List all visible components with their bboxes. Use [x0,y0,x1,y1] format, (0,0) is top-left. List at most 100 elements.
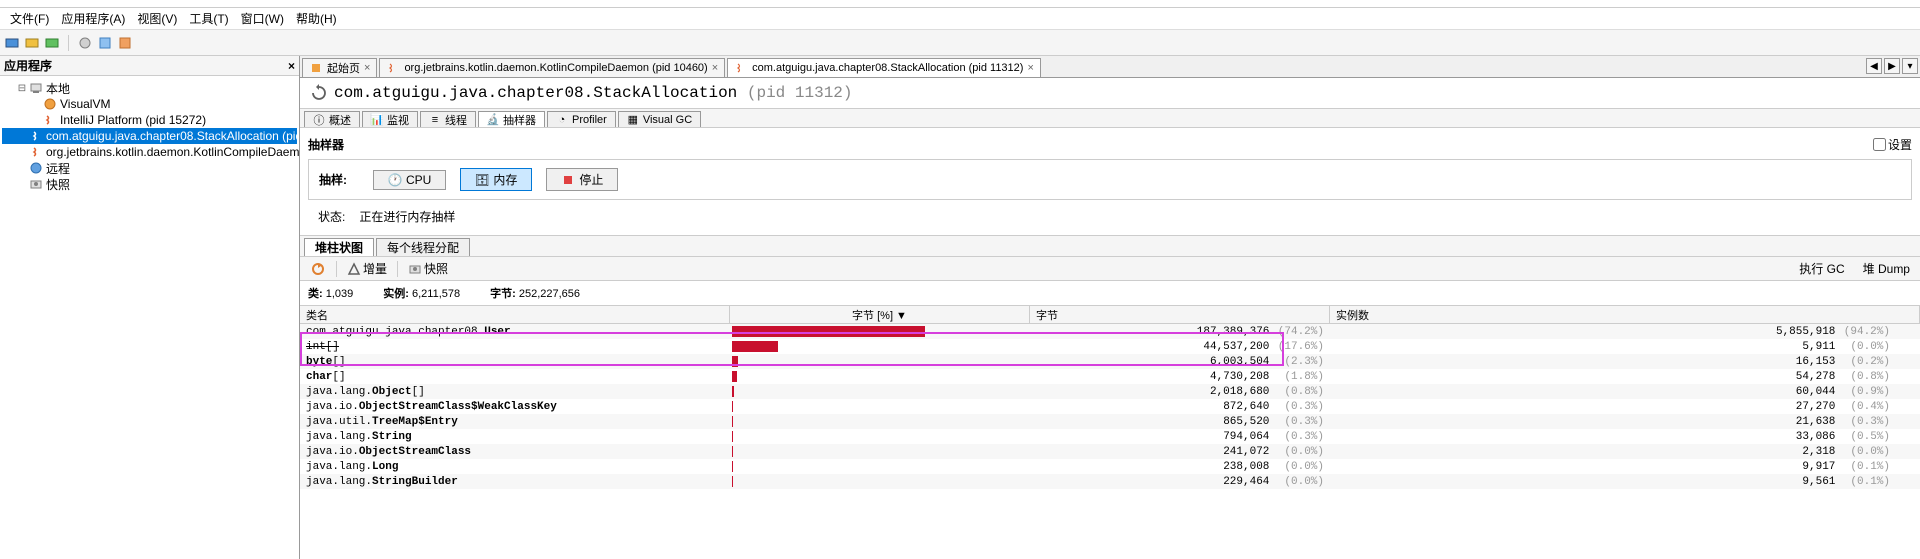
expander-icon[interactable]: ⊟ [16,82,28,94]
table-row[interactable]: int[]44,537,200 (17.6%)5,911 (0.0%) [300,339,1920,354]
main-toolbar [0,30,1920,56]
th-pct[interactable]: 字节 [%] ▼ [730,306,1030,323]
remote-icon [28,160,44,176]
tab-overview[interactable]: ⓘ概述 [304,111,360,127]
tab-profiler[interactable]: ◔Profiler [547,111,616,127]
refresh-action[interactable] [306,259,330,279]
table-row[interactable]: byte[]6,003,504 (2.3%)16,153 (0.2%) [300,354,1920,369]
toolbar-icon-4[interactable] [77,35,93,51]
cell-bar [730,446,1030,457]
cell-bytes: 241,072 (0.0%) [1030,446,1330,458]
close-icon[interactable]: × [712,62,718,74]
tree-kotlin[interactable]: org.jetbrains.kotlin.daemon.KotlinCompil… [2,144,297,160]
cell-class: int[] [300,341,730,353]
cell-instances: 27,270 (0.4%) [1330,401,1920,413]
table-row[interactable]: java.lang.StringBuilder229,464 (0.0%)9,5… [300,474,1920,489]
gc-action[interactable]: 执行 GC [1795,258,1848,279]
menu-tools[interactable]: 工具(T) [183,8,234,29]
tab-threads[interactable]: ≡线程 [420,111,476,127]
menu-window[interactable]: 窗口(W) [235,8,290,29]
toolbar-icon-3[interactable] [44,35,60,51]
cpu-button[interactable]: 🕐CPU [373,170,446,190]
cell-bar [730,431,1030,442]
cell-instances: 5,911 (0.0%) [1330,341,1920,353]
status-row: 状态: 正在进行内存抽样 [308,202,1912,231]
stop-button[interactable]: 停止 [546,168,618,191]
subtab-perthread[interactable]: 每个线程分配 [376,238,470,256]
table-row[interactable]: java.util.TreeMap$Entry865,520 (0.3%)21,… [300,414,1920,429]
th-class[interactable]: 类名 [300,306,730,323]
subtab-histogram[interactable]: 堆柱状图 [304,238,374,256]
cell-bytes: 872,640 (0.3%) [1030,401,1330,413]
visualvm-icon [42,96,58,112]
toolbar-icon-6[interactable] [117,35,133,51]
cell-instances: 9,561 (0.1%) [1330,476,1920,488]
memory-icon: 🗄 [475,173,489,187]
stop-icon [561,173,575,187]
settings-checkbox[interactable] [1873,138,1886,151]
computer-icon [28,80,44,96]
cell-instances: 60,044 (0.9%) [1330,386,1920,398]
cell-class: java.io.ObjectStreamClass$WeakClassKey [300,401,730,413]
tab-startpage[interactable]: 起始页 × [302,58,377,77]
sidebar: 应用程序 × ⊟ 本地 VisualVM IntelliJ Platform (… [0,56,300,559]
tab-stackalloc[interactable]: com.atguigu.java.chapter08.StackAllocati… [727,58,1041,77]
cell-bar [730,401,1030,412]
cell-bytes: 794,064 (0.3%) [1030,431,1330,443]
tab-kotlin[interactable]: org.jetbrains.kotlin.daemon.KotlinCompil… [379,58,725,77]
snapshot-action[interactable]: 快照 [404,258,452,279]
menu-view[interactable]: 视图(V) [131,8,183,29]
menu-app[interactable]: 应用程序(A) [55,8,131,29]
sidebar-close[interactable]: × [288,59,295,73]
java-icon [30,144,44,160]
refresh-icon[interactable] [310,84,328,102]
tab-monitor[interactable]: 📊监视 [362,111,418,127]
tab-prev[interactable]: ◀ [1866,58,1882,74]
toolbar-icon-1[interactable] [4,35,20,51]
table-row[interactable]: java.io.ObjectStreamClass$WeakClassKey 87… [300,399,1920,414]
table-row[interactable]: java.lang.Object[]2,018,680 (0.8%)60,044… [300,384,1920,399]
cell-bytes: 4,730,208 (1.8%) [1030,371,1330,383]
cell-class: com.atguigu.java.chapter08.User [300,326,730,338]
delta-action[interactable]: 增量 [343,258,391,279]
table-row[interactable]: java.lang.Long238,008 (0.0%)9,917 (0.1%) [300,459,1920,474]
table-row[interactable]: com.atguigu.java.chapter08.User 187,389,3… [300,324,1920,339]
tab-controls: ◀ ▶ ▾ [1864,56,1920,77]
cell-bytes: 229,464 (0.0%) [1030,476,1330,488]
table-row[interactable]: java.io.ObjectStreamClass241,072 (0.0%)2… [300,444,1920,459]
settings-toggle[interactable]: 设置 [1873,136,1912,153]
tree-intellij[interactable]: IntelliJ Platform (pid 15272) [2,112,297,128]
cell-instances: 54,278 (0.8%) [1330,371,1920,383]
memory-button[interactable]: 🗄内存 [460,168,532,191]
cell-bar [730,371,1030,382]
cell-instances: 9,917 (0.1%) [1330,461,1920,473]
menu-file[interactable]: 文件(F) [4,8,55,29]
tree-stackalloc[interactable]: com.atguigu.java.chapter08.StackAllocati… [2,128,297,144]
tab-list[interactable]: ▾ [1902,58,1918,74]
dump-action[interactable]: 堆 Dump [1859,258,1914,279]
table-row[interactable]: java.lang.String794,064 (0.3%)33,086 (0.… [300,429,1920,444]
content-area: 起始页 × org.jetbrains.kotlin.daemon.Kotlin… [300,56,1920,559]
menu-help[interactable]: 帮助(H) [290,8,343,29]
toolbar-icon-5[interactable] [97,35,113,51]
home-icon [309,61,323,75]
cell-bar [730,416,1030,427]
th-instances[interactable]: 实例数 [1330,306,1920,323]
tree-visualvm[interactable]: VisualVM [2,96,297,112]
tab-next[interactable]: ▶ [1884,58,1900,74]
cell-class: java.util.TreeMap$Entry [300,416,730,428]
sampler-icon: 🔬 [487,114,499,126]
tab-sampler[interactable]: 🔬抽样器 [478,111,545,127]
tree-remote[interactable]: 远程 [2,160,297,176]
close-icon[interactable]: × [1027,62,1033,74]
separator [397,261,398,277]
tree-snapshot[interactable]: 快照 [2,176,297,192]
toolbar-icon-2[interactable] [24,35,40,51]
close-icon[interactable]: × [364,62,370,74]
th-bytes[interactable]: 字节 [1030,306,1330,323]
cell-bytes: 187,389,376 (74.2%) [1030,326,1330,338]
table-row[interactable]: char[]4,730,208 (1.8%)54,278 (0.8%) [300,369,1920,384]
java-icon [42,112,58,128]
tab-visualgc[interactable]: ▦Visual GC [618,111,701,127]
tree-local[interactable]: ⊟ 本地 [2,80,297,96]
